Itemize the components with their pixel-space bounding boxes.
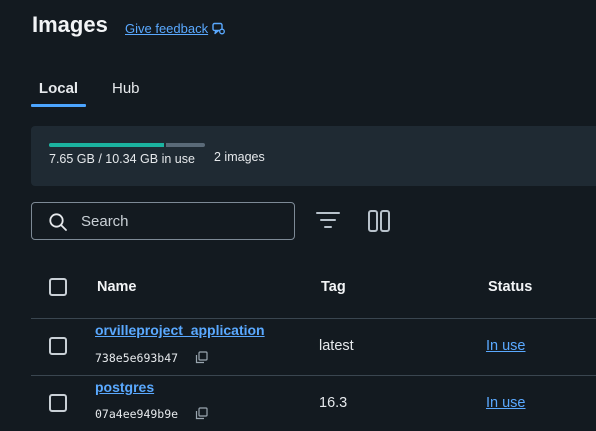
image-status-link[interactable]: In use: [486, 338, 526, 354]
search-input[interactable]: [81, 211, 281, 231]
table-header: Name Tag Status: [31, 262, 596, 319]
disk-usage-bar: [49, 143, 205, 147]
image-id: 07a4ee949b9e: [95, 407, 179, 421]
image-id: 738e5e693b47: [95, 351, 179, 365]
columns-icon: [367, 210, 392, 237]
feedback-icon: [212, 22, 226, 35]
filter-icon: [316, 212, 340, 234]
search-box[interactable]: [31, 202, 295, 240]
image-name-link[interactable]: orvilleproject_application: [95, 322, 265, 338]
table-row: orvilleproject_application 738e5e693b47 …: [31, 319, 596, 376]
give-feedback-label: Give feedback: [125, 21, 209, 36]
column-header-name[interactable]: Name: [97, 279, 137, 295]
table-row: postgres 07a4ee949b9e 16.3 In use: [31, 376, 596, 431]
row-checkbox[interactable]: [49, 394, 67, 412]
image-tag: latest: [319, 338, 354, 354]
give-feedback-link[interactable]: Give feedback: [125, 21, 226, 36]
column-header-status[interactable]: Status: [488, 279, 532, 295]
copy-icon[interactable]: [195, 351, 208, 369]
column-header-tag[interactable]: Tag: [321, 279, 346, 295]
row-checkbox[interactable]: [49, 337, 67, 355]
copy-icon[interactable]: [195, 407, 208, 425]
image-tag: 16.3: [319, 395, 348, 411]
search-icon: [48, 212, 68, 237]
select-all-checkbox[interactable]: [49, 278, 67, 296]
image-name-link[interactable]: postgres: [95, 379, 154, 395]
disk-usage-text: 7.65 GB / 10.34 GB in use: [49, 152, 195, 166]
storage-summary: 7.65 GB / 10.34 GB in use 2 images: [31, 126, 596, 186]
images-page: Images Give feedback Local Hub 7.65 GB /…: [0, 0, 596, 431]
image-count: 2 images: [214, 150, 265, 164]
tab-local[interactable]: Local: [31, 80, 86, 107]
page-title: Images: [32, 12, 108, 37]
filter-button[interactable]: [316, 210, 340, 235]
tab-hub[interactable]: Hub: [112, 80, 140, 107]
disk-usage-fill: [49, 143, 167, 147]
columns-button[interactable]: [367, 209, 392, 238]
image-status-link[interactable]: In use: [486, 395, 526, 411]
